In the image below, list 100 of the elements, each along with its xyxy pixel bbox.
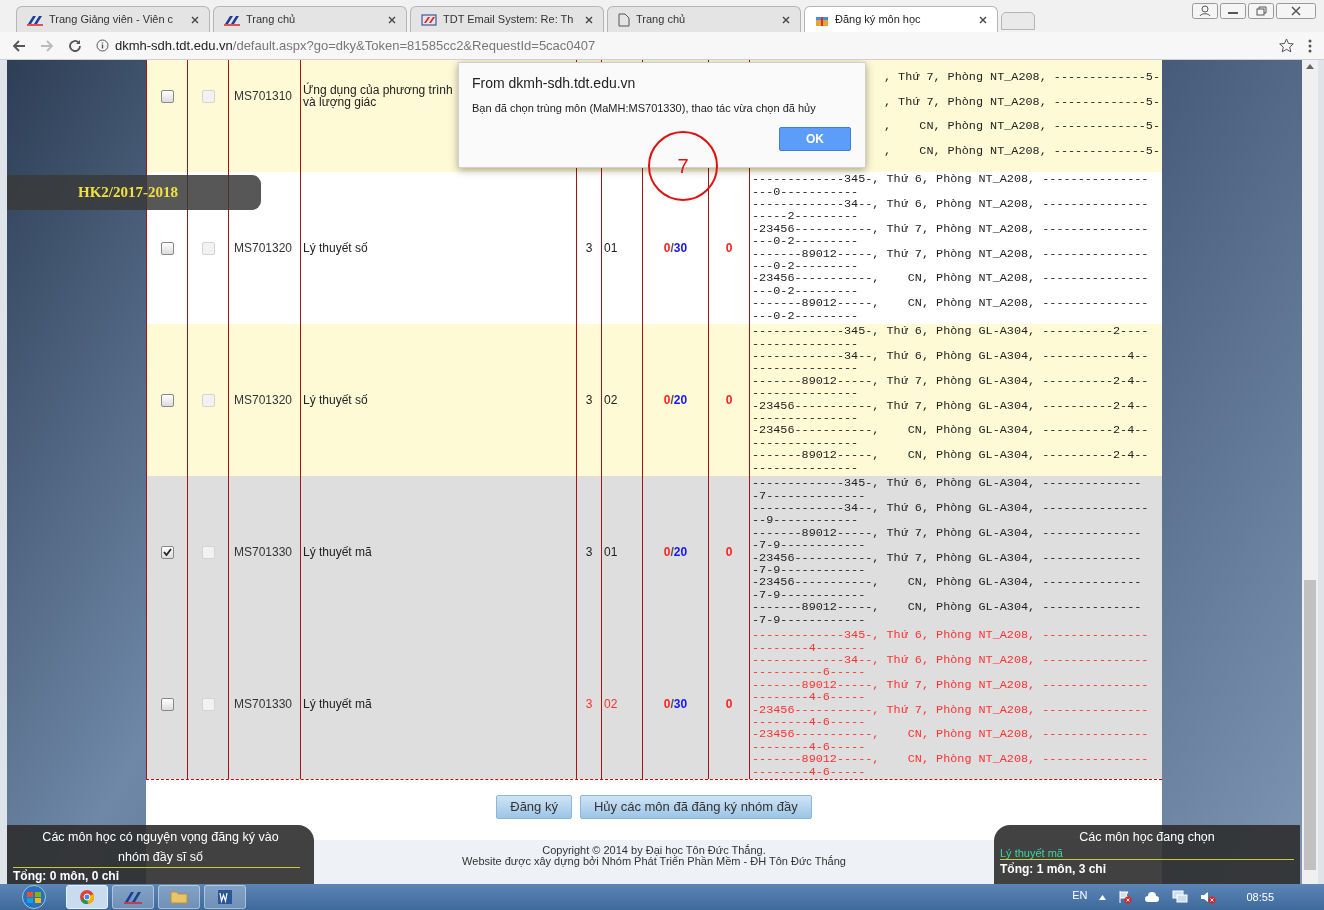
- credits: 3: [585, 696, 593, 713]
- slot-count: 0/30: [663, 240, 688, 257]
- scrollbar-thumb[interactable]: [1304, 580, 1316, 870]
- schedule-line: ---0-2---------: [752, 284, 859, 298]
- schedule-line: -7--------------: [752, 489, 866, 503]
- schedule-line: ---0-----------: [752, 185, 859, 199]
- schedule-line: -23456-----------, Thứ 7, Phòng GL-A304, --------------: [752, 551, 1142, 564]
- restore-icon[interactable]: [1248, 3, 1274, 19]
- flag-icon[interactable]: [1118, 890, 1133, 904]
- close-icon[interactable]: [782, 15, 790, 24]
- info-icon: [96, 39, 109, 52]
- logo-icon: [27, 13, 43, 26]
- logo-icon: [224, 13, 240, 26]
- waiting-count: 0: [725, 240, 733, 257]
- schedule-line: -------------34--, Thứ 6, Phòng GL-A304, ------------4--: [752, 350, 1149, 363]
- menu-icon[interactable]: [1308, 38, 1312, 53]
- slot-count: 0/20: [663, 392, 688, 409]
- close-icon[interactable]: [191, 15, 199, 24]
- slot-count: 0/20: [663, 544, 688, 561]
- back-icon[interactable]: [12, 38, 26, 53]
- schedule-line: -7-9------------: [752, 613, 866, 626]
- close-icon[interactable]: [979, 15, 987, 24]
- url-text: dkmh-sdh.tdt.edu.vn/default.aspx?go=dky&Token=81585cc2&RequestId=5cac0407: [115, 36, 596, 55]
- document-icon[interactable]: [204, 885, 246, 909]
- schedule-line: --------4-6-----: [752, 716, 866, 729]
- waiting-count: 0: [725, 544, 733, 561]
- footer-text: Website được xây dựng bởi Nhóm Phát Triển Phần Mềm - ĐH Tôn Đức Thắng: [462, 856, 846, 867]
- schedule-line: -------89012-----, CN, Phòng GL-A304, ----------2-4--: [752, 449, 1149, 462]
- form-button[interactable]: Hủy các môn đã đăng ký nhóm đầy: [579, 795, 812, 819]
- clock[interactable]: 08:55: [1246, 888, 1274, 906]
- close-icon[interactable]: [585, 15, 593, 24]
- scrollbar[interactable]: [1302, 60, 1318, 884]
- page-icon: [618, 12, 630, 27]
- credits: 3: [585, 544, 593, 561]
- schedule-line: ---------------: [752, 436, 859, 450]
- schedule-line: -7-9------------: [752, 588, 866, 602]
- schedule-line: -23456-----------, Thứ 7, Phòng NT_A208, ---------------: [752, 222, 1149, 236]
- mail-logo-icon: [421, 13, 437, 26]
- course-name: Lý thuyết mã: [303, 698, 372, 710]
- semester-label: HK2/2017-2018: [78, 183, 178, 203]
- dialog-title: From dkmh-sdh.tdt.edu.vn: [472, 74, 637, 92]
- panel-total: Tổng: 0 môn, 0 chỉ: [13, 868, 120, 884]
- checkbox[interactable]: [160, 545, 174, 559]
- form-button[interactable]: Đăng ký: [496, 795, 572, 819]
- schedule-line: , CN, Phòng NT_A208, -------------5-: [883, 120, 1160, 133]
- schedule-line: ---------------: [752, 337, 859, 351]
- schedule-line: -------------345-, Thứ 6, Phòng GL-A304, --------------: [752, 477, 1142, 490]
- waiting-count: 0: [725, 392, 733, 409]
- schedule-line: , Thứ 7, Phòng NT_A208, -------------5-: [883, 70, 1160, 84]
- course-code: MS701310: [234, 88, 293, 105]
- volume-muted-icon[interactable]: [1200, 890, 1217, 904]
- schedule-line: -7-9------------: [752, 539, 866, 552]
- user-icon[interactable]: [1192, 3, 1218, 19]
- checkbox[interactable]: [160, 89, 174, 103]
- panel-total: Tổng: 1 môn, 3 chỉ: [1000, 861, 1107, 877]
- schedule-line: , CN, Phòng NT_A208, -------------5-: [883, 145, 1160, 158]
- schedule-line: --9------------: [752, 514, 859, 527]
- checkbox[interactable]: [160, 697, 174, 711]
- close-icon[interactable]: [1276, 3, 1316, 19]
- schedule-line: --------4-6-----: [752, 740, 866, 754]
- schedule-line: -23456-----------, Thứ 7, Phòng NT_A208, ---------------: [752, 703, 1149, 716]
- schedule-line: -------------34--, Thứ 6, Phòng GL-A304, ---------------: [752, 502, 1149, 515]
- course-code: MS701330: [234, 544, 293, 561]
- star-icon[interactable]: [1279, 38, 1294, 53]
- schedule-line: ---------------: [752, 362, 859, 375]
- browser-tab[interactable]: TDT Email System: Re: Th: [410, 6, 604, 32]
- schedule-line: ---0-2---------: [752, 260, 859, 273]
- course-code: MS701330: [234, 696, 293, 713]
- cloud-icon[interactable]: [1144, 891, 1161, 903]
- schedule-line: --------4-------: [752, 641, 866, 655]
- schedule-line: -23456-----------, CN, Phòng NT_A208, ---------------: [752, 728, 1149, 741]
- schedule-line: -------------34--, Thứ 6, Phòng NT_A208, ---------------: [752, 654, 1149, 667]
- schedule-line: -------89012-----, CN, Phòng GL-A304, --------------: [752, 601, 1142, 614]
- slot-count: 0/30: [663, 696, 688, 713]
- close-icon[interactable]: [388, 15, 396, 24]
- browser-tab[interactable]: Trang Giảng viên - Viên c: [16, 6, 210, 32]
- language-indicator[interactable]: EN: [1072, 886, 1088, 904]
- checkbox[interactable]: [160, 393, 174, 407]
- checkbox[interactable]: [160, 241, 174, 255]
- schedule-line: -23456-----------, CN, Phòng GL-A304, ----------2-4--: [752, 424, 1149, 437]
- browser-icon[interactable]: [66, 885, 108, 909]
- panel-title: Các môn học có nguyện vọng đăng ký vào nhóm đầy sĩ số: [41, 829, 280, 866]
- schedule-line: ---0-2---------: [752, 235, 859, 248]
- credits: 3: [585, 240, 593, 257]
- schedule-line: ---------------: [752, 461, 859, 474]
- minimize-icon[interactable]: [1220, 3, 1246, 19]
- network-icon[interactable]: [1172, 890, 1189, 904]
- schedule-line: -------------345-, Thứ 6, Phòng NT_A208, ---------------: [752, 173, 1149, 186]
- schedule-line: -23456-----------, CN, Phòng NT_A208, ---------------: [752, 272, 1149, 285]
- show-hidden-icons[interactable]: [1099, 894, 1107, 900]
- annotation-label: 7: [677, 154, 689, 179]
- app-icon[interactable]: [112, 885, 154, 909]
- schedule-line: ---------------: [752, 412, 859, 425]
- browser-tab[interactable]: Đăng ký môn học: [804, 6, 998, 32]
- browser-tab[interactable]: Trang chủ: [213, 6, 407, 32]
- browser-tab[interactable]: Trang chủ: [607, 6, 801, 32]
- schedule-line: ---0-2---------: [752, 309, 859, 322]
- schedule-line: ----------6-----: [752, 666, 866, 679]
- reload-icon[interactable]: [68, 38, 82, 53]
- schedule-line: ---------------: [752, 387, 859, 400]
